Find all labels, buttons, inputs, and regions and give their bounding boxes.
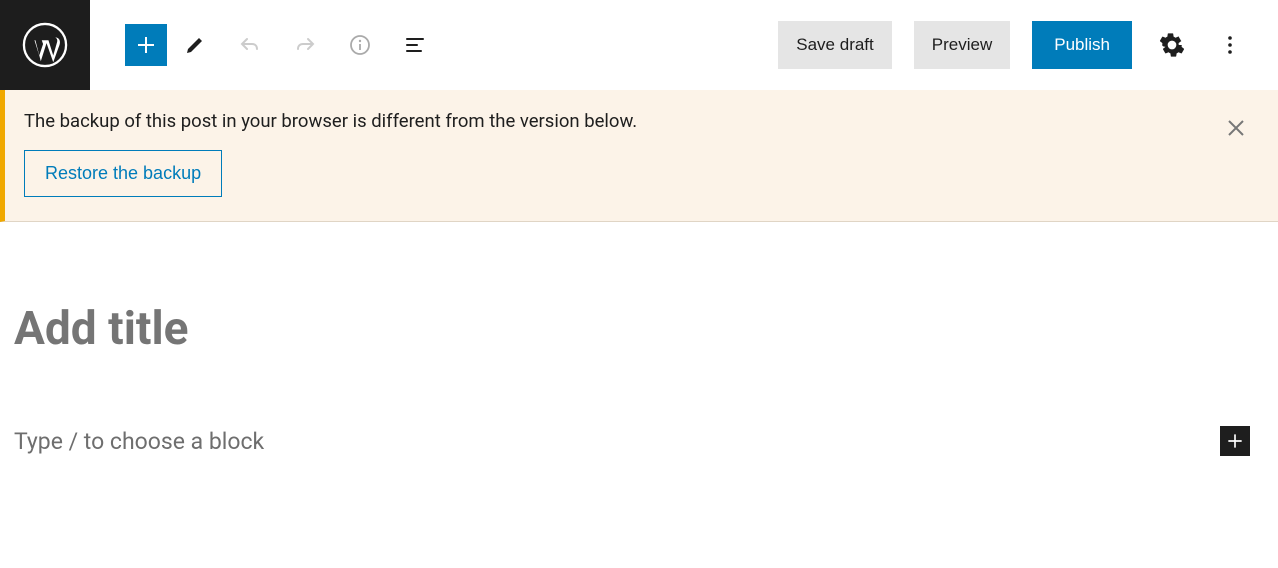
editor-header: Save draft Preview Publish <box>0 0 1278 90</box>
info-icon <box>348 33 372 57</box>
dots-vertical-icon <box>1218 33 1242 57</box>
wordpress-logo[interactable] <box>0 0 90 90</box>
save-draft-button[interactable]: Save draft <box>778 21 892 69</box>
redo-icon <box>293 33 317 57</box>
preview-button[interactable]: Preview <box>914 21 1010 69</box>
wordpress-icon <box>22 22 68 68</box>
plus-icon <box>1225 431 1245 451</box>
restore-backup-button[interactable]: Restore the backup <box>24 150 222 197</box>
info-button[interactable] <box>332 24 387 66</box>
add-block-button[interactable] <box>125 24 167 66</box>
toolbar-left <box>90 24 442 66</box>
editor-canvas: Add title Type / to choose a block <box>0 222 1278 456</box>
close-icon <box>1224 116 1248 140</box>
plus-icon <box>134 33 158 57</box>
default-block-row: Type / to choose a block <box>14 426 1264 456</box>
more-options-button[interactable] <box>1212 27 1248 63</box>
toolbar-right: Save draft Preview Publish <box>778 21 1278 69</box>
notice-message: The backup of this post in your browser … <box>24 110 1254 132</box>
backup-notice: The backup of this post in your browser … <box>0 90 1278 222</box>
edit-tool-button[interactable] <box>167 24 222 66</box>
settings-button[interactable] <box>1154 27 1190 63</box>
post-title-input[interactable]: Add title <box>14 302 1264 356</box>
undo-icon <box>238 33 262 57</box>
dismiss-notice-button[interactable] <box>1224 116 1248 144</box>
gear-icon <box>1159 32 1185 58</box>
undo-button[interactable] <box>222 24 277 66</box>
outline-button[interactable] <box>387 24 442 66</box>
inline-add-block-button[interactable] <box>1220 426 1250 456</box>
publish-button[interactable]: Publish <box>1032 21 1132 69</box>
block-input[interactable]: Type / to choose a block <box>14 428 264 455</box>
redo-button[interactable] <box>277 24 332 66</box>
list-icon <box>403 33 427 57</box>
pencil-icon <box>183 33 207 57</box>
